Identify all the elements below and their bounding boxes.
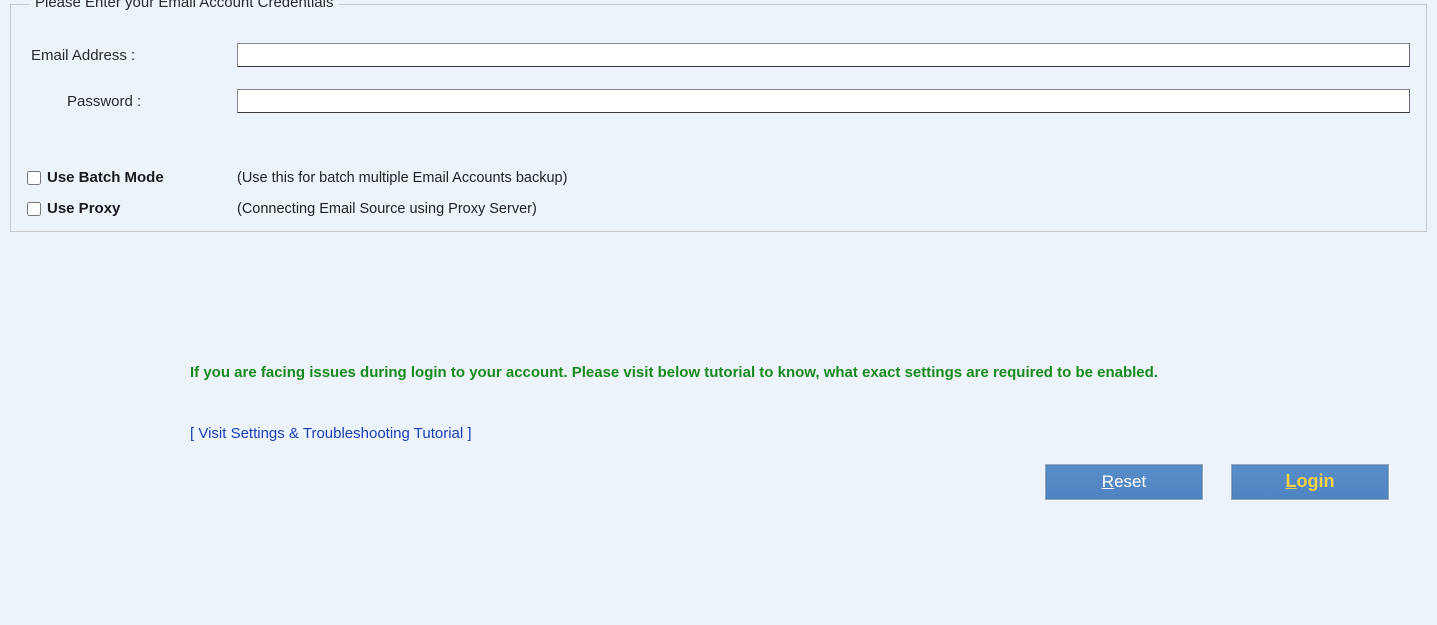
login-button-rest: ogin: [1297, 471, 1335, 491]
password-label: Password :: [27, 93, 237, 110]
credentials-fieldset: Please Enter your Email Account Credenti…: [10, 4, 1427, 232]
batch-mode-label: Use Batch Mode: [47, 169, 164, 186]
email-label: Email Address :: [27, 47, 237, 64]
password-input[interactable]: [237, 89, 1410, 113]
email-row: Email Address :: [27, 43, 1416, 67]
batch-mode-checkbox[interactable]: [27, 171, 41, 185]
batch-mode-row: Use Batch Mode (Use this for batch multi…: [27, 169, 1416, 186]
use-proxy-description: (Connecting Email Source using Proxy Ser…: [237, 201, 537, 217]
batch-mode-description: (Use this for batch multiple Email Accou…: [237, 170, 567, 186]
reset-button-underline: R: [1102, 472, 1114, 491]
use-proxy-row: Use Proxy (Connecting Email Source using…: [27, 200, 1416, 217]
login-button-underline: L: [1286, 471, 1297, 491]
reset-button-rest: eset: [1114, 472, 1146, 491]
email-input[interactable]: [237, 43, 1410, 67]
use-proxy-label: Use Proxy: [47, 200, 120, 217]
login-button[interactable]: Login: [1231, 464, 1389, 500]
help-message: If you are facing issues during login to…: [190, 362, 1240, 385]
button-row: Reset Login: [0, 464, 1437, 500]
use-proxy-checkbox[interactable]: [27, 202, 41, 216]
tutorial-link[interactable]: [ Visit Settings & Troubleshooting Tutor…: [190, 425, 472, 442]
reset-button[interactable]: Reset: [1045, 464, 1203, 500]
help-section: If you are facing issues during login to…: [190, 362, 1240, 442]
password-row: Password :: [27, 89, 1416, 113]
fieldset-legend: Please Enter your Email Account Credenti…: [29, 0, 339, 11]
